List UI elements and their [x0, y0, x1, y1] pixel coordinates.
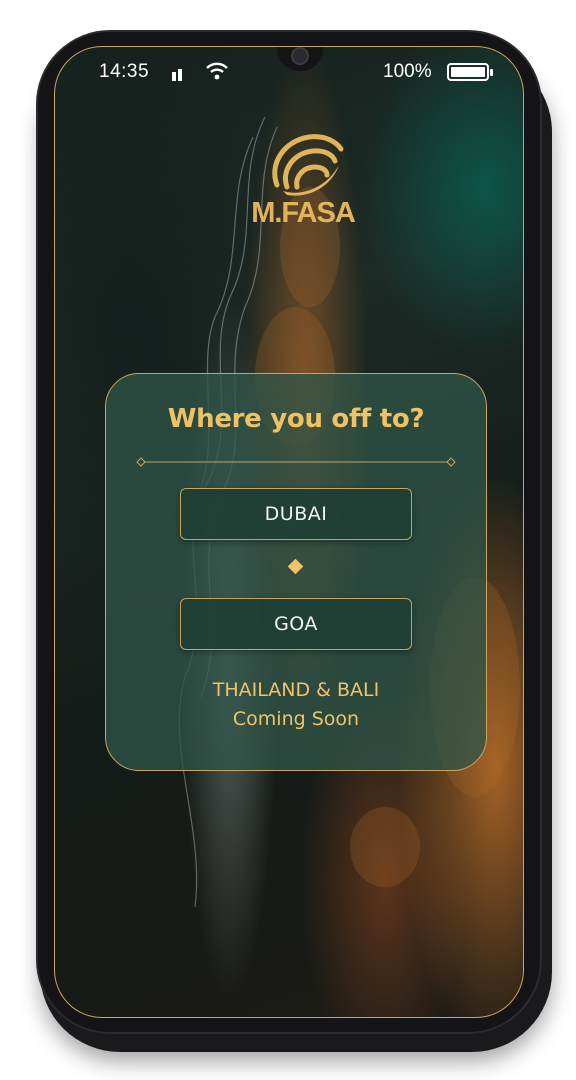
coming-soon-label: Coming Soon	[232, 708, 360, 730]
brand-logo-icon	[272, 134, 344, 196]
battery-percent: 100%	[383, 61, 432, 82]
wifi-icon	[205, 61, 229, 87]
app-screen: 14:35 100% M.FASA Where you off to? DUBA…	[54, 46, 524, 1018]
status-time: 14:35	[99, 61, 150, 82]
diamond-icon	[287, 558, 304, 575]
camera-icon	[291, 47, 309, 65]
goa-button[interactable]: GOA	[180, 598, 412, 650]
battery-icon	[447, 63, 493, 81]
card-title: Where you off to?	[167, 404, 425, 434]
ornamental-divider	[136, 457, 456, 467]
signal-icon	[171, 65, 185, 87]
coming-soon-destinations: THAILAND & BALI	[212, 679, 380, 701]
destination-card: Where you off to? DUBAI GOA THAILAND & B…	[105, 373, 487, 771]
brand-name: M.FASA	[251, 197, 356, 229]
dubai-button[interactable]: DUBAI	[180, 488, 412, 540]
brand-logo: M.FASA	[243, 125, 363, 235]
